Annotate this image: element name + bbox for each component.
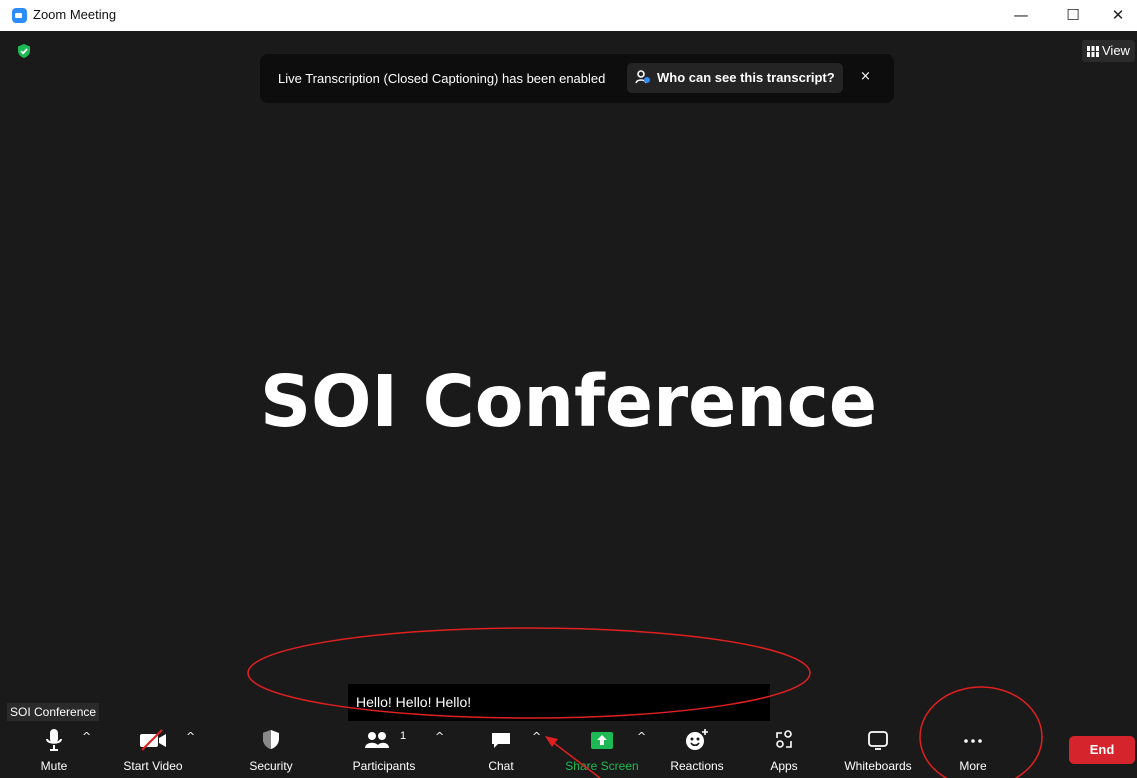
who-can-see-transcript-button[interactable]: Who can see this transcript? bbox=[627, 63, 843, 93]
transcript-people-icon bbox=[635, 70, 650, 84]
end-meeting-button[interactable]: End bbox=[1069, 736, 1135, 764]
shared-content-title: SOI Conference bbox=[259, 360, 878, 443]
share-options-caret-icon[interactable]: ^ bbox=[637, 730, 646, 743]
more-button[interactable]: More bbox=[948, 722, 998, 778]
close-window-button[interactable]: ✕ bbox=[1095, 2, 1137, 28]
share-screen-icon bbox=[591, 732, 613, 749]
security-shield-icon bbox=[263, 730, 279, 749]
banner-close-icon[interactable]: × bbox=[860, 69, 871, 84]
banner-message: Live Transcription (Closed Captioning) h… bbox=[278, 71, 606, 86]
grid-view-icon bbox=[1087, 46, 1099, 57]
start-video-label: Start Video bbox=[123, 759, 183, 773]
participants-count: 1 bbox=[400, 730, 407, 742]
mute-button[interactable]: Mute bbox=[24, 722, 84, 778]
security-label: Security bbox=[249, 759, 293, 773]
start-video-button[interactable]: Start Video bbox=[113, 722, 193, 778]
chat-bubble-icon bbox=[492, 733, 510, 748]
view-label: View bbox=[1102, 43, 1130, 58]
video-off-icon bbox=[140, 729, 166, 751]
reactions-emoji-icon bbox=[686, 729, 708, 750]
participants-icon bbox=[365, 732, 389, 748]
transcription-banner: Live Transcription (Closed Captioning) h… bbox=[260, 54, 894, 103]
who-can-see-label: Who can see this transcript? bbox=[657, 70, 835, 85]
participants-options-caret-icon[interactable]: ^ bbox=[435, 730, 444, 743]
more-label: More bbox=[959, 759, 987, 773]
zoom-app-icon bbox=[12, 8, 27, 23]
chat-button[interactable]: Chat bbox=[476, 722, 526, 778]
whiteboards-label: Whiteboards bbox=[844, 759, 912, 773]
window-title: Zoom Meeting bbox=[33, 7, 117, 22]
share-screen-label: Share Screen bbox=[565, 759, 639, 773]
share-screen-button[interactable]: Share Screen bbox=[560, 722, 644, 778]
chat-options-caret-icon[interactable]: ^ bbox=[532, 730, 541, 743]
participant-name-label: SOI Conference bbox=[7, 703, 100, 721]
mute-label: Mute bbox=[40, 759, 68, 773]
apps-label: Apps bbox=[770, 759, 798, 773]
live-caption: Hello! Hello! Hello! bbox=[348, 684, 770, 721]
reactions-button[interactable]: Reactions bbox=[664, 722, 730, 778]
participants-label: Participants bbox=[352, 759, 416, 773]
encryption-shield-icon[interactable] bbox=[16, 43, 32, 59]
reactions-label: Reactions bbox=[670, 759, 724, 773]
microphone-icon bbox=[46, 729, 62, 751]
view-button[interactable]: View bbox=[1082, 40, 1135, 62]
more-ellipsis-icon bbox=[964, 739, 982, 743]
participants-button[interactable]: 1 Participants bbox=[344, 722, 424, 778]
meeting-toolbar: Mute Start Video Security 1 Participants… bbox=[0, 722, 1137, 778]
whiteboard-icon bbox=[868, 731, 888, 750]
apps-button[interactable]: Apps bbox=[764, 722, 804, 778]
window-titlebar: Zoom Meeting — ☐ ✕ bbox=[0, 0, 1137, 31]
chat-label: Chat bbox=[488, 759, 514, 773]
whiteboards-button[interactable]: Whiteboards bbox=[836, 722, 920, 778]
audio-options-caret-icon[interactable]: ^ bbox=[82, 730, 91, 743]
maximize-button[interactable]: ☐ bbox=[1050, 2, 1096, 28]
security-button[interactable]: Security bbox=[241, 722, 301, 778]
minimize-button[interactable]: — bbox=[998, 2, 1044, 28]
apps-icon bbox=[776, 730, 792, 748]
video-options-caret-icon[interactable]: ^ bbox=[186, 730, 195, 743]
